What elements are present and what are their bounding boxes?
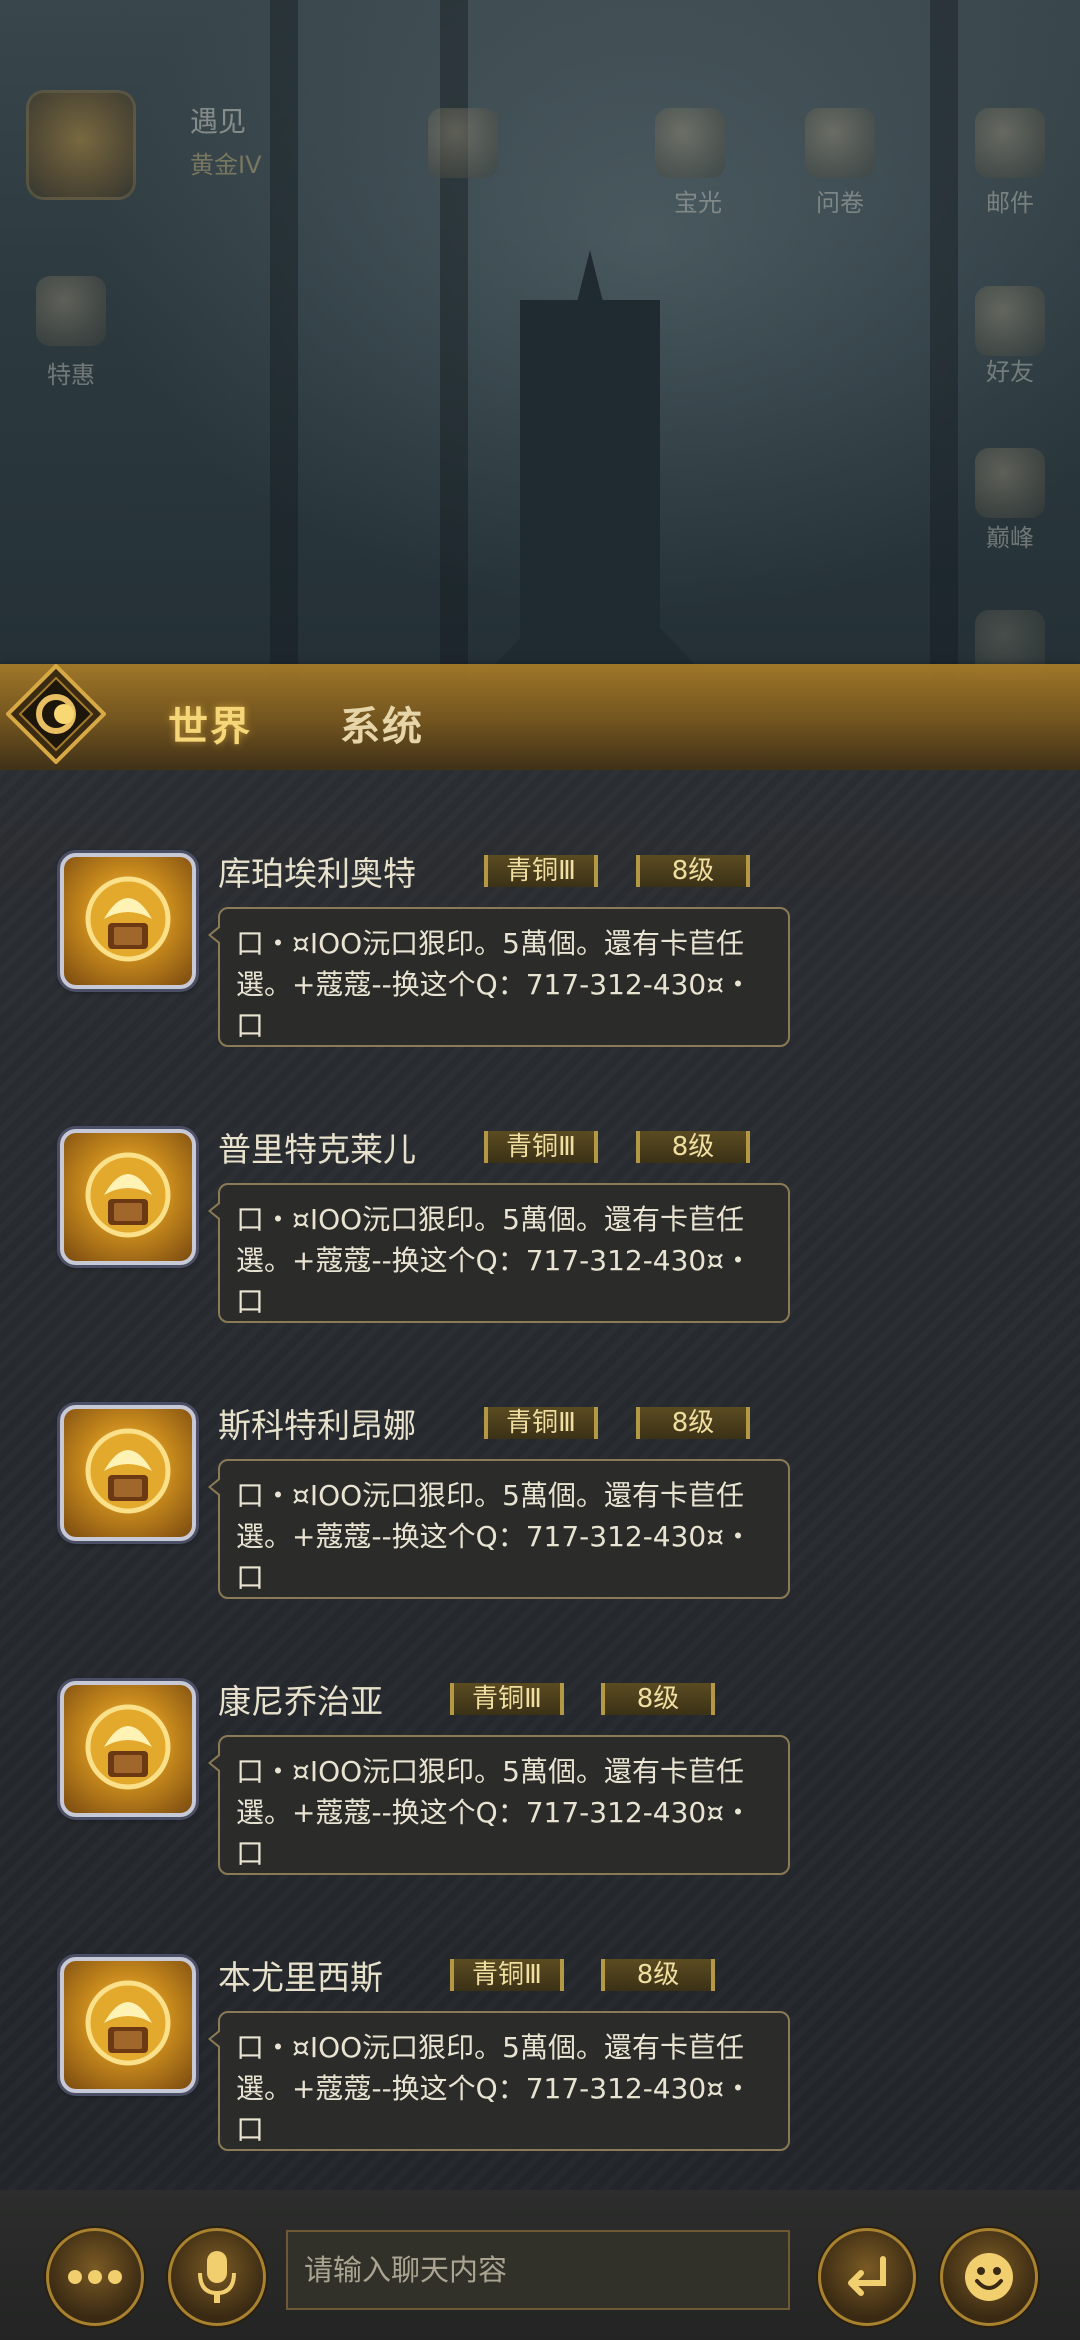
message-bubble[interactable]: 口・¤IOO沅口狠印。5萬個。還有卡苣任選。+蔻蔻--换这个Q：717-312-… (208, 1183, 790, 1323)
chat-message: 普里特克莱儿 青铜Ⅲ 8级 口・¤IOO沅口狠印。5萬個。還有卡苣任選。+蔻蔻-… (0, 1051, 1080, 1323)
player-avatar[interactable] (26, 90, 136, 200)
card-pack-label: 宝光 (674, 189, 722, 217)
message-text: 口・¤IOO沅口狠印。5萬個。還有卡苣任選。+蔻蔻--换这个Q：717-312-… (236, 1203, 753, 1318)
rank-badge: 青铜Ⅲ (450, 1959, 564, 1991)
level-badge: 8级 (601, 1683, 715, 1715)
avatar-emblem-icon (85, 876, 171, 962)
gift-box-icon[interactable] (36, 276, 106, 346)
level-badge: 8级 (636, 855, 750, 887)
emoji-button[interactable] (940, 2228, 1038, 2326)
survey-icon[interactable] (805, 108, 875, 178)
player-name: 遇见 (190, 105, 247, 138)
message-bubble[interactable]: 口・¤IOO沅口狠印。5萬個。還有卡苣任選。+蔻蔻--换这个Q：717-312-… (208, 1735, 790, 1875)
tab-world[interactable]: 世界 (168, 694, 252, 752)
castle-roof (480, 560, 710, 680)
gift-box-label: 特惠 (47, 361, 95, 389)
message-text: 口・¤IOO沅口狠印。5萬個。還有卡苣任選。+蔻蔻--换这个Q：717-312-… (236, 927, 753, 1042)
microphone-icon (198, 2251, 236, 2303)
chat-tab-bar: 世界 系统 (0, 664, 1080, 770)
return-icon (848, 2256, 886, 2296)
avatar[interactable] (60, 853, 196, 989)
emoji-icon (965, 2253, 1013, 2301)
chat-message: 斯科特利昂娜 青铜Ⅲ 8级 口・¤IOO沅口狠印。5萬個。還有卡苣任選。+蔻蔻-… (0, 1327, 1080, 1599)
username[interactable]: 本尤里西斯 (218, 1951, 383, 1999)
avatar[interactable] (60, 1681, 196, 1817)
message-text: 口・¤IOO沅口狠印。5萬個。還有卡苣任選。+蔻蔻--换这个Q：717-312-… (236, 1479, 753, 1594)
player-rank: 黄金IV (190, 151, 262, 179)
rank-badge: 青铜Ⅲ (450, 1683, 564, 1715)
friends-icon[interactable] (975, 286, 1045, 356)
tab-system[interactable]: 系统 (340, 694, 424, 752)
level-badge: 8级 (636, 1407, 750, 1439)
message-text: 口・¤IOO沅口狠印。5萬個。還有卡苣任選。+蔻蔻--换这个Q：717-312-… (236, 1755, 753, 1870)
rank-badge: 青铜Ⅲ (484, 1407, 598, 1439)
chat-input[interactable] (286, 2230, 790, 2310)
more-icon (68, 2270, 122, 2284)
bubble-tail-inner (211, 1203, 221, 1219)
send-button[interactable] (818, 2228, 916, 2326)
avatar-emblem-icon (85, 1152, 171, 1238)
background-pillar (930, 0, 958, 680)
chat-message: 康尼乔治亚 青铜Ⅲ 8级 口・¤IOO沅口狠印。5萬個。還有卡苣任選。+蔻蔻--… (0, 1603, 1080, 1875)
avatar-emblem-icon (85, 1980, 171, 2066)
bubble-tail-inner (211, 927, 221, 943)
avatar[interactable] (60, 1957, 196, 2093)
message-text: 口・¤IOO沅口狠印。5萬個。還有卡苣任選。+蔻蔻--换这个Q：717-312-… (236, 2031, 753, 2146)
avatar[interactable] (60, 1129, 196, 1265)
game-background-scene: 遇见 黄金IV 宝光 问卷 邮件 特惠 好友 巅峰 (0, 0, 1080, 680)
peak-label: 巅峰 (986, 524, 1034, 552)
bubble-tail-inner (211, 1479, 221, 1495)
bubble-tail-inner (211, 1755, 221, 1771)
avatar[interactable] (60, 1405, 196, 1541)
peak-icon[interactable] (975, 448, 1045, 518)
background-pillar (270, 0, 298, 680)
rank-badge: 青铜Ⅲ (484, 855, 598, 887)
eye-emblem-icon[interactable] (428, 108, 498, 178)
username[interactable]: 斯科特利昂娜 (218, 1399, 416, 1447)
username[interactable]: 普里特克莱儿 (218, 1123, 416, 1171)
username[interactable]: 康尼乔治亚 (218, 1675, 383, 1723)
survey-label: 问卷 (816, 189, 864, 217)
card-pack-icon[interactable] (655, 108, 725, 178)
rank-badge: 青铜Ⅲ (484, 1131, 598, 1163)
mail-label: 邮件 (986, 189, 1034, 217)
avatar-emblem-icon (85, 1428, 171, 1514)
castle-spire (575, 250, 605, 310)
username[interactable]: 库珀埃利奥特 (218, 847, 416, 895)
chat-input-bar (0, 2190, 1080, 2340)
friends-label: 好友 (986, 358, 1034, 386)
voice-button[interactable] (168, 2228, 266, 2326)
chat-message: 本尤里西斯 青铜Ⅲ 8级 口・¤IOO沅口狠印。5萬個。還有卡苣任選。+蔻蔻--… (0, 1879, 1080, 2151)
chat-channel-logo-icon (6, 664, 106, 764)
avatar-emblem-icon (85, 1704, 171, 1790)
chat-message-list[interactable]: 库珀埃利奥特 青铜Ⅲ 8级 口・¤IOO沅口狠印。5萬個。還有卡苣任選。+蔻蔻-… (0, 770, 1080, 2190)
level-badge: 8级 (636, 1131, 750, 1163)
more-button[interactable] (46, 2228, 144, 2326)
message-bubble[interactable]: 口・¤IOO沅口狠印。5萬個。還有卡苣任選。+蔻蔻--换这个Q：717-312-… (208, 1459, 790, 1599)
bubble-tail-inner (211, 2031, 221, 2047)
level-badge: 8级 (601, 1959, 715, 1991)
mail-icon[interactable] (975, 108, 1045, 178)
message-bubble[interactable]: 口・¤IOO沅口狠印。5萬個。還有卡苣任選。+蔻蔻--换这个Q：717-312-… (208, 907, 790, 1047)
background-pillar (440, 0, 468, 680)
message-bubble[interactable]: 口・¤IOO沅口狠印。5萬個。還有卡苣任選。+蔻蔻--换这个Q：717-312-… (208, 2011, 790, 2151)
chat-message: 库珀埃利奥特 青铜Ⅲ 8级 口・¤IOO沅口狠印。5萬個。還有卡苣任選。+蔻蔻-… (0, 775, 1080, 1047)
